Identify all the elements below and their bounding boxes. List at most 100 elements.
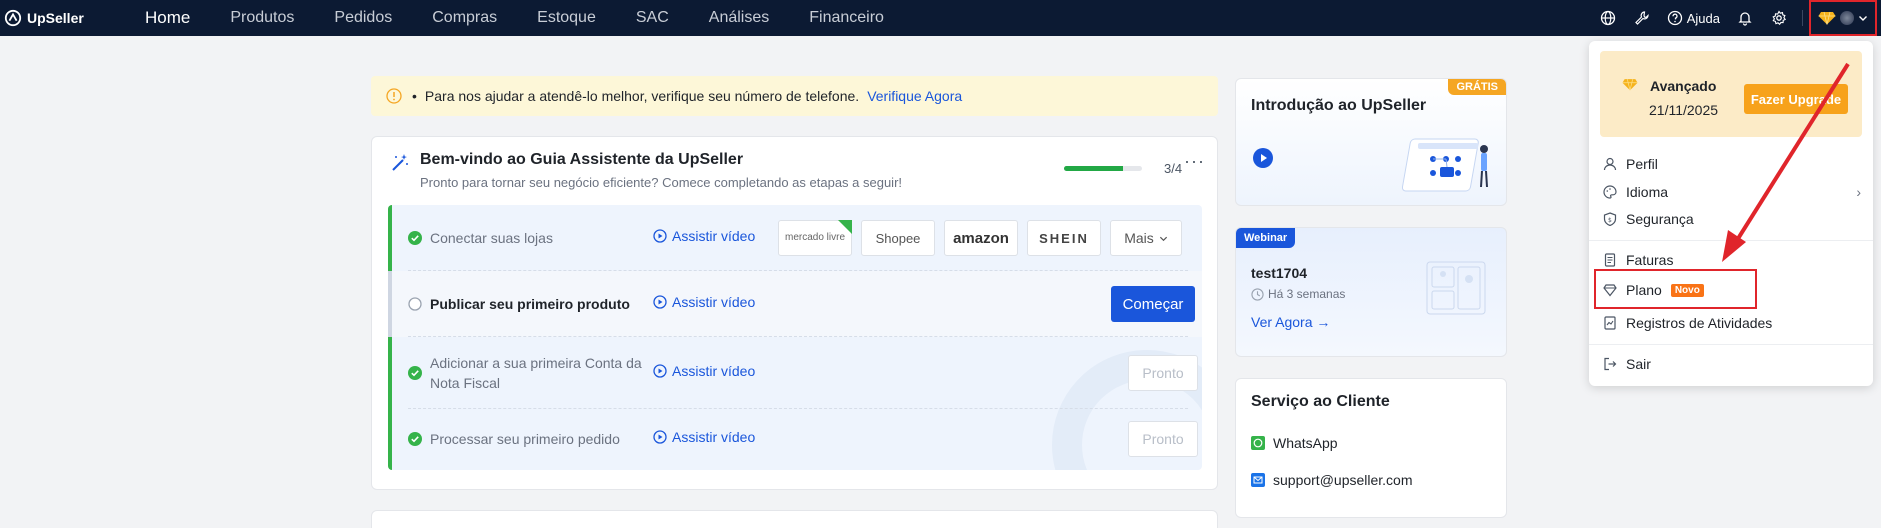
intro-card[interactable]: GRÁTIS Introdução ao UpSeller [1235, 78, 1507, 206]
account-menu-button[interactable] [1809, 0, 1877, 36]
service-title: Serviço ao Cliente [1251, 393, 1390, 410]
store-amazon[interactable]: amazon [944, 220, 1018, 256]
nav-compras[interactable]: Compras [412, 0, 517, 36]
nav-pedidos[interactable]: Pedidos [314, 0, 412, 36]
circle-empty-icon [408, 297, 422, 311]
main-menu: Home Produtos Pedidos Compras Estoque SA… [125, 0, 904, 36]
logo-text: UpSeller [27, 10, 84, 26]
nav-actions: Ajuda [1591, 0, 1881, 36]
top-nav: UpSeller Home Produtos Pedidos Compras E… [0, 0, 1881, 36]
globe-icon[interactable] [1591, 0, 1625, 36]
menu-item-label: Idioma [1626, 184, 1669, 200]
bell-icon[interactable] [1728, 0, 1762, 36]
logout-icon [1604, 357, 1617, 371]
step-connect-stores: Conectar suas lojas Assistir vídeo merca… [388, 205, 1202, 271]
activity-log-icon [1604, 316, 1616, 330]
upseller-logo[interactable]: UpSeller [0, 9, 125, 27]
webinar-title: test1704 [1251, 265, 1308, 281]
menu-divider [1589, 344, 1873, 345]
banner-text: Para nos ajudar a atendê-lo melhor, veri… [424, 88, 860, 104]
progress-bar [1064, 166, 1142, 171]
highlight-box [1594, 269, 1757, 309]
store-label: SHEIN [1039, 230, 1089, 246]
play-circle-icon [653, 364, 667, 378]
avatar [1840, 11, 1854, 25]
nav-produtos[interactable]: Produtos [210, 0, 314, 36]
check-circle-icon [408, 231, 422, 245]
watch-video-link[interactable]: Assistir vídeo [653, 228, 755, 244]
upseller-logo-icon [4, 9, 22, 27]
menu-item-label: Segurança [1626, 211, 1694, 227]
nav-home[interactable]: Home [125, 0, 210, 36]
menu-item-sair[interactable]: Sair [1603, 349, 1861, 379]
watch-video-label: Assistir vídeo [672, 228, 756, 244]
menu-item-registros[interactable]: Registros de Atividades [1603, 308, 1861, 338]
chevron-down-icon [1159, 236, 1167, 241]
step-done-indicator [388, 337, 392, 409]
nav-financeiro[interactable]: Financeiro [789, 0, 904, 36]
watch-video-link[interactable]: Assistir vídeo [653, 363, 755, 379]
guide-subtitle: Pronto para tornar seu negócio eficiente… [420, 175, 903, 190]
watch-video-label: Assistir vídeo [672, 294, 756, 310]
menu-item-label: Registros de Atividades [1626, 315, 1773, 331]
customer-service-card: Serviço ao Cliente WhatsApp support@upse… [1235, 378, 1507, 518]
help-button[interactable]: Ajuda [1659, 10, 1728, 26]
step-label: Adicionar a sua primeira Conta da Nota F… [430, 355, 642, 391]
whatsapp-contact[interactable]: WhatsApp [1251, 435, 1338, 451]
check-circle-icon [408, 366, 422, 380]
clock-icon [1251, 287, 1264, 301]
check-circle-icon [408, 432, 422, 446]
play-circle-icon [653, 430, 667, 444]
diamond-icon [1622, 79, 1638, 91]
whatsapp-label: WhatsApp [1273, 435, 1338, 451]
menu-item-label: Faturas [1626, 252, 1674, 268]
email-label: support@upseller.com [1273, 472, 1413, 488]
done-button: Pronto [1128, 421, 1198, 457]
more-options-icon[interactable]: ··· [1184, 151, 1205, 172]
free-badge: GRÁTIS [1448, 79, 1506, 95]
more-stores-label: Mais [1124, 230, 1154, 246]
step-publish-product: Publicar seu primeiro produto Assistir v… [388, 271, 1202, 337]
store-shein[interactable]: SHEIN [1027, 220, 1101, 256]
more-stores-dropdown[interactable]: Mais [1110, 220, 1182, 256]
step-label: Conectar suas lojas [430, 230, 553, 246]
nav-analises[interactable]: Análises [689, 0, 789, 36]
store-mercado-livre[interactable]: mercado livre [778, 220, 852, 256]
guide-header: Bem-vindo ao Guia Assistente da UpSeller… [390, 151, 902, 190]
whatsapp-icon [1251, 436, 1265, 450]
progress-text: 3/4 [1164, 161, 1183, 176]
play-icon[interactable] [1253, 148, 1273, 168]
step-done-indicator [388, 205, 392, 271]
webinar-badge: Webinar [1236, 228, 1296, 248]
next-card [371, 510, 1218, 528]
warning-icon [386, 88, 402, 104]
step-pending-indicator [388, 271, 392, 337]
phone-verify-banner: • Para nos ajudar a atendê-lo melhor, ve… [371, 76, 1218, 116]
watch-video-link[interactable]: Assistir vídeo [653, 294, 755, 310]
nav-divider [1802, 10, 1803, 26]
store-shopee[interactable]: Shopee [861, 220, 935, 256]
start-button[interactable]: Começar [1111, 286, 1195, 322]
nav-sac[interactable]: SAC [616, 0, 689, 36]
guide-card: Bem-vindo ao Guia Assistente da UpSeller… [371, 136, 1218, 490]
annotation-arrow [1722, 62, 1850, 262]
bullet: • [412, 88, 417, 104]
store-label: Shopee [875, 230, 921, 246]
step-add-fiscal-account: Adicionar a sua primeira Conta da Nota F… [388, 337, 1202, 409]
view-now-link[interactable]: Ver Agora → [1251, 314, 1330, 330]
wrench-icon[interactable] [1625, 0, 1659, 36]
guide-title: Bem-vindo ao Guia Assistente da UpSeller [420, 151, 744, 168]
mail-icon [1251, 473, 1265, 487]
magic-wand-icon [392, 154, 408, 171]
guide-steps: Conectar suas lojas Assistir vídeo merca… [388, 205, 1202, 470]
webinar-card[interactable]: Webinar test1704 Há 3 semanas Ver Agora … [1235, 227, 1507, 357]
palette-icon [1603, 185, 1617, 199]
question-icon [1667, 10, 1682, 26]
intro-illustration [1401, 138, 1488, 192]
nav-estoque[interactable]: Estoque [517, 0, 616, 36]
webinar-illustration [1426, 261, 1486, 315]
gear-icon[interactable] [1762, 0, 1796, 36]
watch-video-link[interactable]: Assistir vídeo [653, 429, 755, 445]
verify-now-link[interactable]: Verifique Agora [867, 88, 962, 104]
email-contact[interactable]: support@upseller.com [1251, 472, 1413, 488]
